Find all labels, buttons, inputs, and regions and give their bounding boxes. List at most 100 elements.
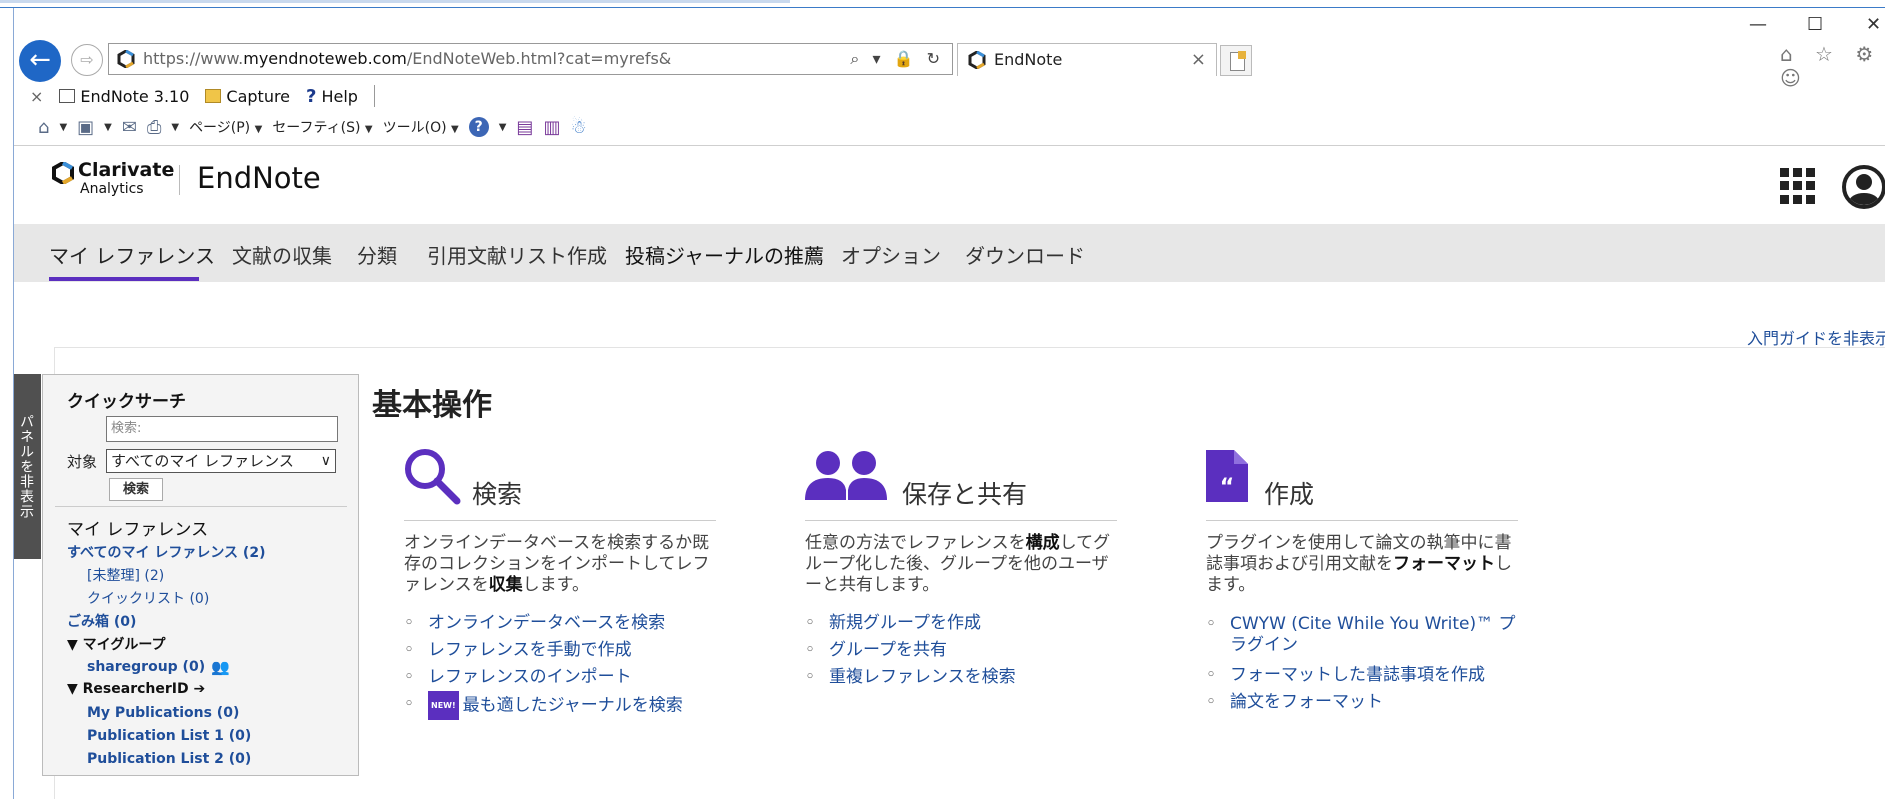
favorites-bar: × EndNote 3.10 Capture ? Help: [30, 84, 375, 108]
cwyw-plugin-link[interactable]: CWYW (Cite While You Write)™ プラグイン: [1206, 614, 1526, 662]
feeds-icon[interactable]: ▣: [77, 117, 94, 138]
publication-list-1-link[interactable]: Publication List 1 (0): [87, 728, 251, 744]
write-column-rule: [1206, 520, 1518, 521]
forward-button[interactable]: ⇨: [71, 44, 103, 76]
hide-panel-label: パネルを非表示: [18, 414, 34, 519]
help-dropdown-icon[interactable]: ▼: [499, 122, 507, 133]
apps-grid-icon[interactable]: [1780, 168, 1816, 204]
search-icon: [405, 449, 461, 505]
page-menu[interactable]: ページ(P) ▼: [189, 117, 262, 137]
mail-icon[interactable]: ✉: [122, 117, 137, 138]
format-paper-link[interactable]: 論文をフォーマット: [1206, 689, 1526, 716]
import-refs-link[interactable]: レファレンスのインポート: [404, 664, 683, 691]
share-group-link[interactable]: グループを共有: [805, 637, 1016, 664]
format-bibliography-link[interactable]: フォーマットした書誌事項を作成: [1206, 662, 1526, 689]
svg-text:“: “: [1220, 475, 1234, 500]
browser-tool-icons[interactable]: ⌂ ☆ ⚙ ☺: [1780, 42, 1885, 90]
find-duplicates-link[interactable]: 重複レファレンスを検索: [805, 664, 1016, 691]
endnote-site-icon: [117, 50, 135, 68]
browser-tab[interactable]: EndNote ×: [957, 43, 1217, 76]
home-dropdown-icon[interactable]: ▼: [59, 122, 67, 133]
my-publications-link[interactable]: My Publications (0): [87, 705, 239, 721]
help-icon[interactable]: ?: [468, 117, 489, 137]
share-desc-1: 任意の方法でレファレンスを: [805, 533, 1026, 553]
minimize-button[interactable]: —: [1749, 14, 1767, 35]
new-group-link[interactable]: 新規グループを作成: [805, 610, 1016, 637]
publication-list-2-link[interactable]: Publication List 2 (0): [87, 751, 251, 767]
fav-endnote[interactable]: EndNote 3.10: [59, 87, 189, 106]
search-links: オンラインデータベースを検索 レファレンスを手動で作成 レファレンスのインポート…: [404, 610, 683, 720]
tab-my-references[interactable]: マイ レファレンス: [49, 240, 215, 269]
researcherid-toggle[interactable]: ▼ ResearcherID ➔: [67, 681, 205, 697]
fav-help-label: Help: [321, 86, 358, 106]
write-column-desc: プラグインを使用して論文の執筆中に書誌事項および引用文献をフォーマットします。: [1206, 533, 1521, 596]
my-groups-toggle[interactable]: ▼ マイグループ: [67, 634, 166, 654]
tab-organize[interactable]: 分類: [357, 240, 397, 269]
sharegroup-link[interactable]: sharegroup (0) 👥: [87, 658, 230, 676]
share-links: 新規グループを作成 グループを共有 重複レファレンスを検索: [805, 610, 1016, 691]
tab-match[interactable]: 投稿ジャーナルの推薦: [625, 240, 824, 269]
tools-menu[interactable]: ツール(O) ▼: [383, 117, 459, 137]
url-prefix: https://www.: [143, 49, 244, 68]
safety-menu-label: セーフティ(S): [272, 120, 361, 136]
scope-select[interactable]: すべてのマイ レファレンス ∨: [106, 449, 336, 473]
quicksearch-title: クイックサーチ: [67, 392, 186, 412]
back-button[interactable]: ←: [19, 40, 61, 82]
address-actions[interactable]: ⌕ ▾ 🔒 ↻: [850, 44, 944, 74]
search-input[interactable]: 検索:: [106, 416, 338, 442]
maximize-button[interactable]: ☐: [1807, 14, 1823, 35]
share-column-rule: [805, 520, 1117, 521]
feeds-dropdown-icon[interactable]: ▼: [104, 122, 112, 133]
scope-label: 対象: [67, 453, 98, 471]
tab-downloads[interactable]: ダウンロード: [965, 240, 1085, 269]
tab-collect[interactable]: 文献の収集: [232, 240, 332, 269]
fav-capture[interactable]: Capture: [205, 87, 290, 106]
create-manual-ref-link[interactable]: レファレンスを手動で作成: [404, 637, 683, 664]
new-tab-button[interactable]: [1220, 45, 1252, 76]
active-tab-indicator: [49, 277, 199, 281]
favorites-separator: [373, 85, 375, 107]
scope-value: すべてのマイ レファレンス: [111, 452, 294, 470]
search-desc-bold: 収集: [488, 575, 523, 595]
tab-format[interactable]: 引用文献リスト作成: [427, 240, 607, 269]
tab-close-icon[interactable]: ×: [1191, 44, 1206, 76]
safety-menu[interactable]: セーフティ(S) ▼: [272, 117, 372, 137]
clarivate-logo-icon: [52, 162, 74, 184]
guide-divider: [54, 347, 1885, 348]
home-icon[interactable]: ⌂: [38, 117, 49, 138]
print-dropdown-icon[interactable]: ▼: [171, 122, 179, 133]
unfiled-link[interactable]: [未整理] (2): [87, 565, 164, 585]
account-icon[interactable]: [1842, 165, 1885, 209]
trash-link[interactable]: ごみ箱 (0): [67, 611, 136, 631]
search-desc-2: します。: [522, 575, 589, 595]
onenote-link-icon[interactable]: ▥: [543, 117, 560, 138]
match-journal-link[interactable]: NEW!最も適したジャーナルを検索: [404, 691, 683, 720]
sharegroup-label: sharegroup (0): [87, 659, 206, 675]
fav-help[interactable]: ? Help: [306, 86, 358, 107]
url-path: /EndNoteWeb.html?cat=myrefs&: [406, 49, 672, 68]
search-button[interactable]: 検索: [109, 478, 163, 501]
brand-sub: Analytics: [80, 181, 144, 197]
panel-divider: [55, 506, 347, 507]
left-panel: クイックサーチ 検索: 対象 すべてのマイ レファレンス ∨ 検索 マイ レファレ…: [42, 374, 359, 776]
command-bar: ⌂ ▼ ▣ ▼ ✉ ⎙ ▼ ページ(P) ▼ セーフティ(S) ▼ ツール(O) ▼ …: [38, 114, 587, 140]
all-references-link[interactable]: すべてのマイ レファレンス (2): [67, 542, 265, 562]
folder-icon: [205, 89, 222, 103]
print-icon[interactable]: ⎙: [147, 117, 161, 138]
accessibility-icon[interactable]: ☃: [570, 117, 586, 138]
hide-panel-toggle[interactable]: パネルを非表示: [14, 374, 41, 559]
address-bar[interactable]: https://www.myendnoteweb.com/EndNoteWeb.…: [108, 43, 953, 75]
favorites-close-icon[interactable]: ×: [30, 87, 43, 106]
quicklist-link[interactable]: クイックリスト (0): [87, 588, 209, 608]
onenote-icon[interactable]: ▤: [516, 117, 533, 138]
document-quote-icon: “: [1206, 450, 1248, 502]
new-badge: NEW!: [428, 691, 459, 720]
close-window-button[interactable]: ✕: [1866, 14, 1881, 35]
tab-options[interactable]: オプション: [841, 240, 941, 269]
search-online-db-link[interactable]: オンラインデータベースを検索: [404, 610, 683, 637]
write-links: CWYW (Cite While You Write)™ プラグイン フォーマッ…: [1206, 614, 1526, 716]
write-column-title: 作成: [1264, 480, 1315, 509]
hide-getting-started-link[interactable]: 入門ガイドを非表示: [1747, 325, 1885, 349]
people-icon: 👥: [211, 658, 230, 676]
url-domain: myendnoteweb.com: [243, 49, 407, 68]
